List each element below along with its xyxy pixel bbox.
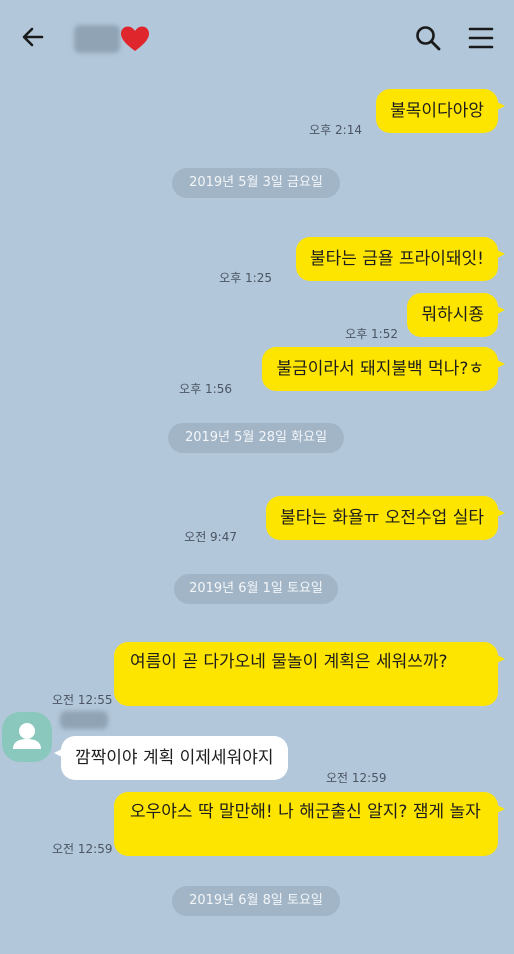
message-time: 오전 12:59	[52, 842, 113, 856]
friend-message-bubble[interactable]: 깜짝이야 계획 이제세워야지	[54, 736, 288, 780]
my-message-bubble[interactable]: 오우야스 딱 말만해! 나 해군출신 알지? 잼게 놀자	[114, 792, 505, 856]
chat-header	[0, 0, 514, 76]
search-icon[interactable]	[414, 24, 442, 52]
back-arrow-icon[interactable]	[18, 22, 48, 52]
my-message-bubble[interactable]: 불금이라서 돼지불백 먹나?ㅎ	[262, 347, 505, 391]
my-message-bubble[interactable]: 여름이 곧 다가오네 물놀이 계획은 세워쓰까?	[114, 642, 505, 706]
my-message-bubble[interactable]: 불목이다아앙	[376, 89, 505, 133]
date-divider: 2019년 6월 8일 토요일	[172, 886, 340, 916]
message-time: 오전 9:47	[184, 530, 237, 544]
hamburger-menu-icon[interactable]	[468, 25, 494, 51]
message-time: 오후 1:25	[219, 271, 272, 285]
message-time: 오전 12:59	[326, 771, 387, 785]
red-heart-icon	[121, 26, 149, 51]
message-time: 오후 1:52	[345, 327, 398, 341]
message-time: 오전 12:55	[52, 693, 113, 707]
my-message-bubble[interactable]: 불타는 금욜 프라이돼잇!	[295, 237, 506, 281]
message-time: 오후 1:56	[179, 382, 232, 396]
chat-title-blurred	[74, 25, 120, 53]
friend-avatar[interactable]	[2, 712, 52, 762]
my-message-bubble[interactable]: 뭐하시죵	[407, 293, 505, 337]
date-divider: 2019년 6월 1일 토요일	[174, 574, 338, 604]
date-divider: 2019년 5월 3일 금요일	[172, 168, 340, 198]
friend-name-blurred	[60, 711, 108, 729]
my-message-bubble[interactable]: 불타는 화욜ㅠ 오전수업 실타	[266, 496, 505, 540]
message-time: 오후 2:14	[309, 123, 362, 137]
date-divider: 2019년 5월 28일 화요일	[168, 423, 344, 453]
person-icon	[13, 723, 41, 749]
